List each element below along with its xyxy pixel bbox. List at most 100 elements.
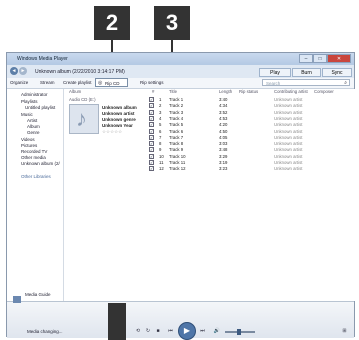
minimize-button[interactable]: – [299,54,313,63]
track-number: 1 [159,97,162,102]
sidebar-item-administrator[interactable]: Administrator [21,92,48,97]
track-checkbox[interactable]: ✓ [149,147,154,153]
close-button[interactable]: ✕ [327,54,351,63]
media-guide-link[interactable]: Media Guide [25,292,51,297]
track-checkbox[interactable]: ✓ [149,122,154,128]
track-checkbox[interactable]: ✓ [149,153,154,159]
table-row[interactable]: ✓ 10 Track 10 3:29 Unknown artist [64,153,355,160]
track-checkbox[interactable]: ✓ [149,128,154,134]
table-row[interactable]: ✓ 1 Track 1 3:40 Unknown artist [64,97,355,103]
repeat-button[interactable]: ↻ [144,327,152,336]
stream-menu[interactable]: Stream [40,80,55,85]
column-album[interactable]: Album [69,89,81,96]
track-length: 3:40 [219,97,228,102]
search-input[interactable]: Search ⌕ [262,79,350,86]
sidebar-item-recorded-tv[interactable]: Recorded TV [21,149,47,154]
column-number[interactable]: # [152,89,154,96]
tab-sync[interactable]: Sync [322,68,352,77]
sidebar-item-unknown-album[interactable]: Unknown album (2/ [21,161,60,166]
track-number: 3 [159,109,162,115]
track-number: 9 [159,147,162,153]
table-row[interactable]: ✓ 11 Track 11 3:19 Unknown artist [64,160,355,166]
sidebar-item-album[interactable]: Album [27,124,40,129]
track-number: 5 [159,122,162,128]
sidebar-item-playlists[interactable]: Playlists [21,99,38,104]
media-guide-icon[interactable] [13,296,21,303]
next-button[interactable]: ⏭ [196,327,209,336]
track-checkbox[interactable]: ✓ [149,160,154,165]
table-row[interactable]: ✓ 2 Track 2 4:34 Unknown artist [64,103,355,109]
column-title[interactable]: Title [169,89,177,96]
sidebar-item-music[interactable]: Music [21,112,33,117]
column-length[interactable]: Length [219,89,232,96]
track-title: Track 6 [169,128,184,134]
track-title: Track 9 [169,147,184,153]
table-row[interactable]: ✓ 7 Track 7 4:05 Unknown artist [64,134,355,141]
track-checkbox[interactable]: ✓ [149,97,154,102]
sidebar-item-genre[interactable]: Genre [27,130,40,135]
table-row[interactable]: ✓ 3 Track 3 3:52 Unknown artist [64,109,355,116]
mute-button[interactable]: 🔊 [213,327,221,336]
status-text: Media changing... [27,329,63,334]
track-number: 8 [159,141,162,147]
callout-1: 1 [108,303,126,340]
table-row[interactable]: ✓ 4 Track 4 4:53 Unknown artist [64,115,355,122]
track-title: Track 5 [169,122,184,128]
tab-burn[interactable]: Burn [292,68,321,77]
playback-bar: Media changing... ⟲ ↻ ■ ⏮ ▶ ⏭ 🔊 ⊞ [7,296,354,340]
tab-play[interactable]: Play [259,68,291,77]
previous-button[interactable]: ⏮ [164,327,177,336]
track-checkbox[interactable]: ✓ [149,115,154,121]
column-composer[interactable]: Composer [314,89,334,96]
shuffle-button[interactable]: ⟲ [134,327,142,336]
sidebar-item-videos[interactable]: Videos [21,137,35,142]
callout-3: 3 [154,6,190,40]
track-number: 7 [159,134,162,140]
play-button[interactable]: ▶ [178,322,196,340]
track-length: 3:19 [219,160,228,165]
track-title: Track 11 [169,160,186,165]
rip-settings-menu[interactable]: Rip settings [140,80,164,85]
track-checkbox[interactable]: ✓ [149,134,154,140]
column-contributing-artist[interactable]: Contributing artist [274,89,308,96]
track-title: Track 4 [169,115,184,121]
table-row[interactable]: ✓ 12 Track 12 3:23 Unknown artist [64,166,355,172]
track-artist: Unknown artist [274,147,303,153]
sidebar-item-other-libraries[interactable]: Other Libraries [21,174,51,179]
column-rip-status[interactable]: Rip status [239,89,258,96]
breadcrumb[interactable]: Unknown album (2/22/2010 3:14:17 PM) [35,69,125,75]
track-length: 3:23 [219,166,228,172]
create-playlist-button[interactable]: Create playlist [63,80,92,85]
track-artist: Unknown artist [274,166,303,172]
switch-to-now-playing-icon[interactable]: ⊞ [340,327,349,336]
table-row[interactable]: ✓ 6 Track 6 4:50 Unknown artist [64,128,355,135]
rip-cd-button[interactable]: ◎ Rip CD [95,78,128,87]
track-checkbox[interactable]: ✓ [149,109,154,115]
table-row[interactable]: ✓ 9 Track 9 3:48 Unknown artist [64,147,355,153]
volume-thumb[interactable] [237,329,241,335]
track-title: Track 7 [169,134,184,140]
track-checkbox[interactable]: ✓ [149,103,154,109]
sidebar-item-untitled-playlist[interactable]: Untitled playlist [25,105,55,110]
track-length: 3:52 [219,109,228,115]
organize-menu[interactable]: Organize [10,80,28,85]
track-title: Track 8 [169,141,184,147]
back-button[interactable]: ◄ [10,67,18,75]
track-artist: Unknown artist [274,115,303,121]
volume-slider[interactable] [225,329,255,335]
track-number: 2 [159,103,162,109]
maximize-button[interactable]: □ [313,54,327,63]
forward-button[interactable]: ► [19,67,27,75]
track-checkbox[interactable]: ✓ [149,166,154,172]
window-title: Windows Media Player [17,56,68,62]
track-artist: Unknown artist [274,160,303,165]
sidebar-item-pictures[interactable]: Pictures [21,143,37,148]
sidebar-item-artist[interactable]: Artist [27,118,37,123]
track-number: 6 [159,128,162,134]
track-artist: Unknown artist [274,141,303,147]
track-checkbox[interactable]: ✓ [149,141,154,147]
sidebar-item-other-media[interactable]: Other media [21,155,46,160]
table-row[interactable]: ✓ 5 Track 5 4:20 Unknown artist [64,122,355,128]
table-row[interactable]: ✓ 8 Track 8 3:03 Unknown artist [64,141,355,147]
stop-button[interactable]: ■ [154,327,162,336]
